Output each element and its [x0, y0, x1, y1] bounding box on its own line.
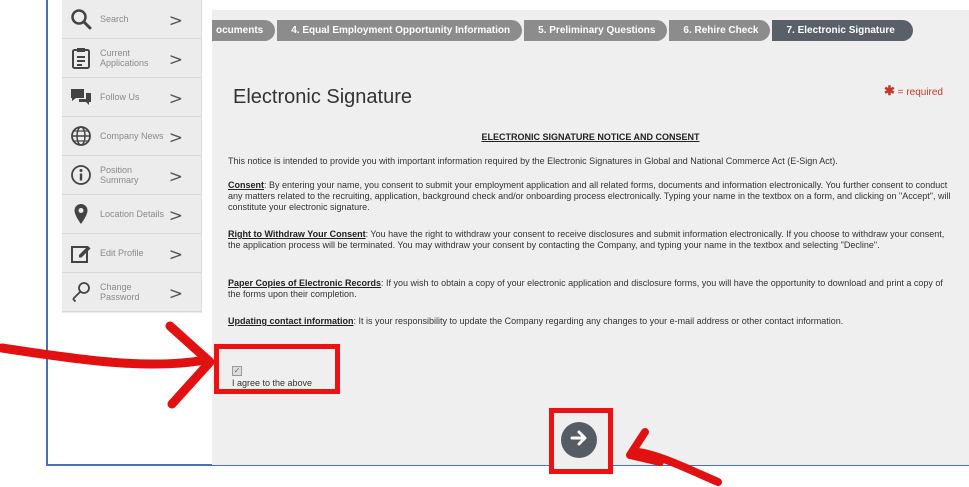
chevron-right-icon: >	[168, 128, 183, 148]
step-progress-bar: ocuments 4. Equal Employment Opportunity…	[212, 20, 915, 41]
chevron-right-icon: >	[168, 50, 183, 70]
edit-icon	[68, 240, 94, 266]
sidebar-item-label: Company News	[100, 131, 164, 141]
step-electronic-signature[interactable]: 7. Electronic Signature	[772, 20, 913, 41]
chevron-right-icon: >	[168, 206, 183, 226]
main-content: ocuments 4. Equal Employment Opportunity…	[212, 10, 969, 465]
chevron-right-icon: >	[168, 245, 183, 265]
sidebar-item-label: Position Summary	[100, 165, 139, 185]
sidebar-item-current-applications[interactable]: Current Applications >	[62, 39, 201, 78]
chevron-right-icon: >	[168, 11, 183, 31]
sidebar-item-change-password[interactable]: Change Password >	[62, 273, 201, 312]
sidebar-item-label: Change Password	[100, 282, 140, 302]
consent-title: Consent	[228, 180, 264, 190]
agree-label[interactable]: I agree to the above	[232, 378, 312, 388]
step-eeo-information[interactable]: 4. Equal Employment Opportunity Informat…	[277, 20, 523, 41]
chevron-right-icon: >	[168, 89, 183, 109]
sidebar-item-label: Current Applications	[100, 48, 149, 68]
chevron-right-icon: >	[168, 167, 183, 187]
sidebar-item-search[interactable]: Search >	[62, 0, 201, 39]
step-documents[interactable]: ocuments	[212, 20, 276, 41]
sidebar-item-edit-profile[interactable]: Edit Profile >	[62, 234, 201, 273]
notice-heading: ELECTRONIC SIGNATURE NOTICE AND CONSENT	[481, 132, 700, 142]
step-rehire-check[interactable]: 6. Rehire Check	[669, 20, 771, 41]
sidebar-item-follow-us[interactable]: Follow Us >	[62, 78, 201, 117]
withdraw-title: Right to Withdraw Your Consent	[228, 229, 366, 239]
globe-icon	[68, 123, 94, 149]
arrow-right-icon	[569, 428, 589, 453]
sidebar-item-location-details[interactable]: Location Details >	[62, 195, 201, 234]
consent-body: : By entering your name, you consent to …	[228, 180, 951, 212]
sidebar-item-position-summary[interactable]: Position Summary >	[62, 156, 201, 195]
next-button[interactable]	[561, 422, 597, 458]
notice-updating-contact: Updating contact information: It is your…	[228, 316, 956, 327]
sidebar: Search > Current Applications > Follow U…	[62, 0, 202, 313]
page-title: Electronic Signature	[233, 86, 412, 108]
sidebar-item-company-news[interactable]: Company News >	[62, 117, 201, 156]
sidebar-item-label: Search	[100, 14, 129, 24]
update-title: Updating contact information	[228, 316, 354, 326]
next-highlight-box	[549, 408, 613, 474]
agree-checkbox[interactable]: ✓	[232, 366, 242, 376]
info-icon	[68, 162, 94, 188]
required-legend: ✱ = required	[884, 83, 943, 99]
sidebar-item-label: Location Details	[100, 209, 165, 219]
update-body: : It is your responsibility to update th…	[353, 316, 844, 326]
chat-bubbles-icon	[68, 84, 94, 110]
chevron-right-icon: >	[168, 284, 183, 304]
notice-intro: This notice is intended to provide you w…	[228, 156, 838, 166]
paper-title: Paper Copies of Electronic Records	[228, 278, 382, 288]
key-icon	[68, 279, 94, 305]
search-icon	[68, 6, 94, 32]
notice-paper-copies: Paper Copies of Electronic Records: If y…	[228, 278, 956, 300]
map-pin-icon	[68, 201, 94, 227]
required-star-icon: ✱	[884, 83, 895, 98]
agree-highlight-box: ✓ I agree to the above	[214, 344, 340, 394]
sidebar-item-label: Edit Profile	[100, 248, 144, 258]
clipboard-icon	[68, 45, 94, 71]
sidebar-item-label: Follow Us	[100, 92, 140, 102]
step-preliminary-questions[interactable]: 5. Preliminary Questions	[524, 20, 668, 41]
notice-consent: Consent: By entering your name, you cons…	[228, 180, 956, 213]
required-label: = required	[894, 87, 943, 98]
notice-withdraw: Right to Withdraw Your Consent: You have…	[228, 229, 956, 251]
